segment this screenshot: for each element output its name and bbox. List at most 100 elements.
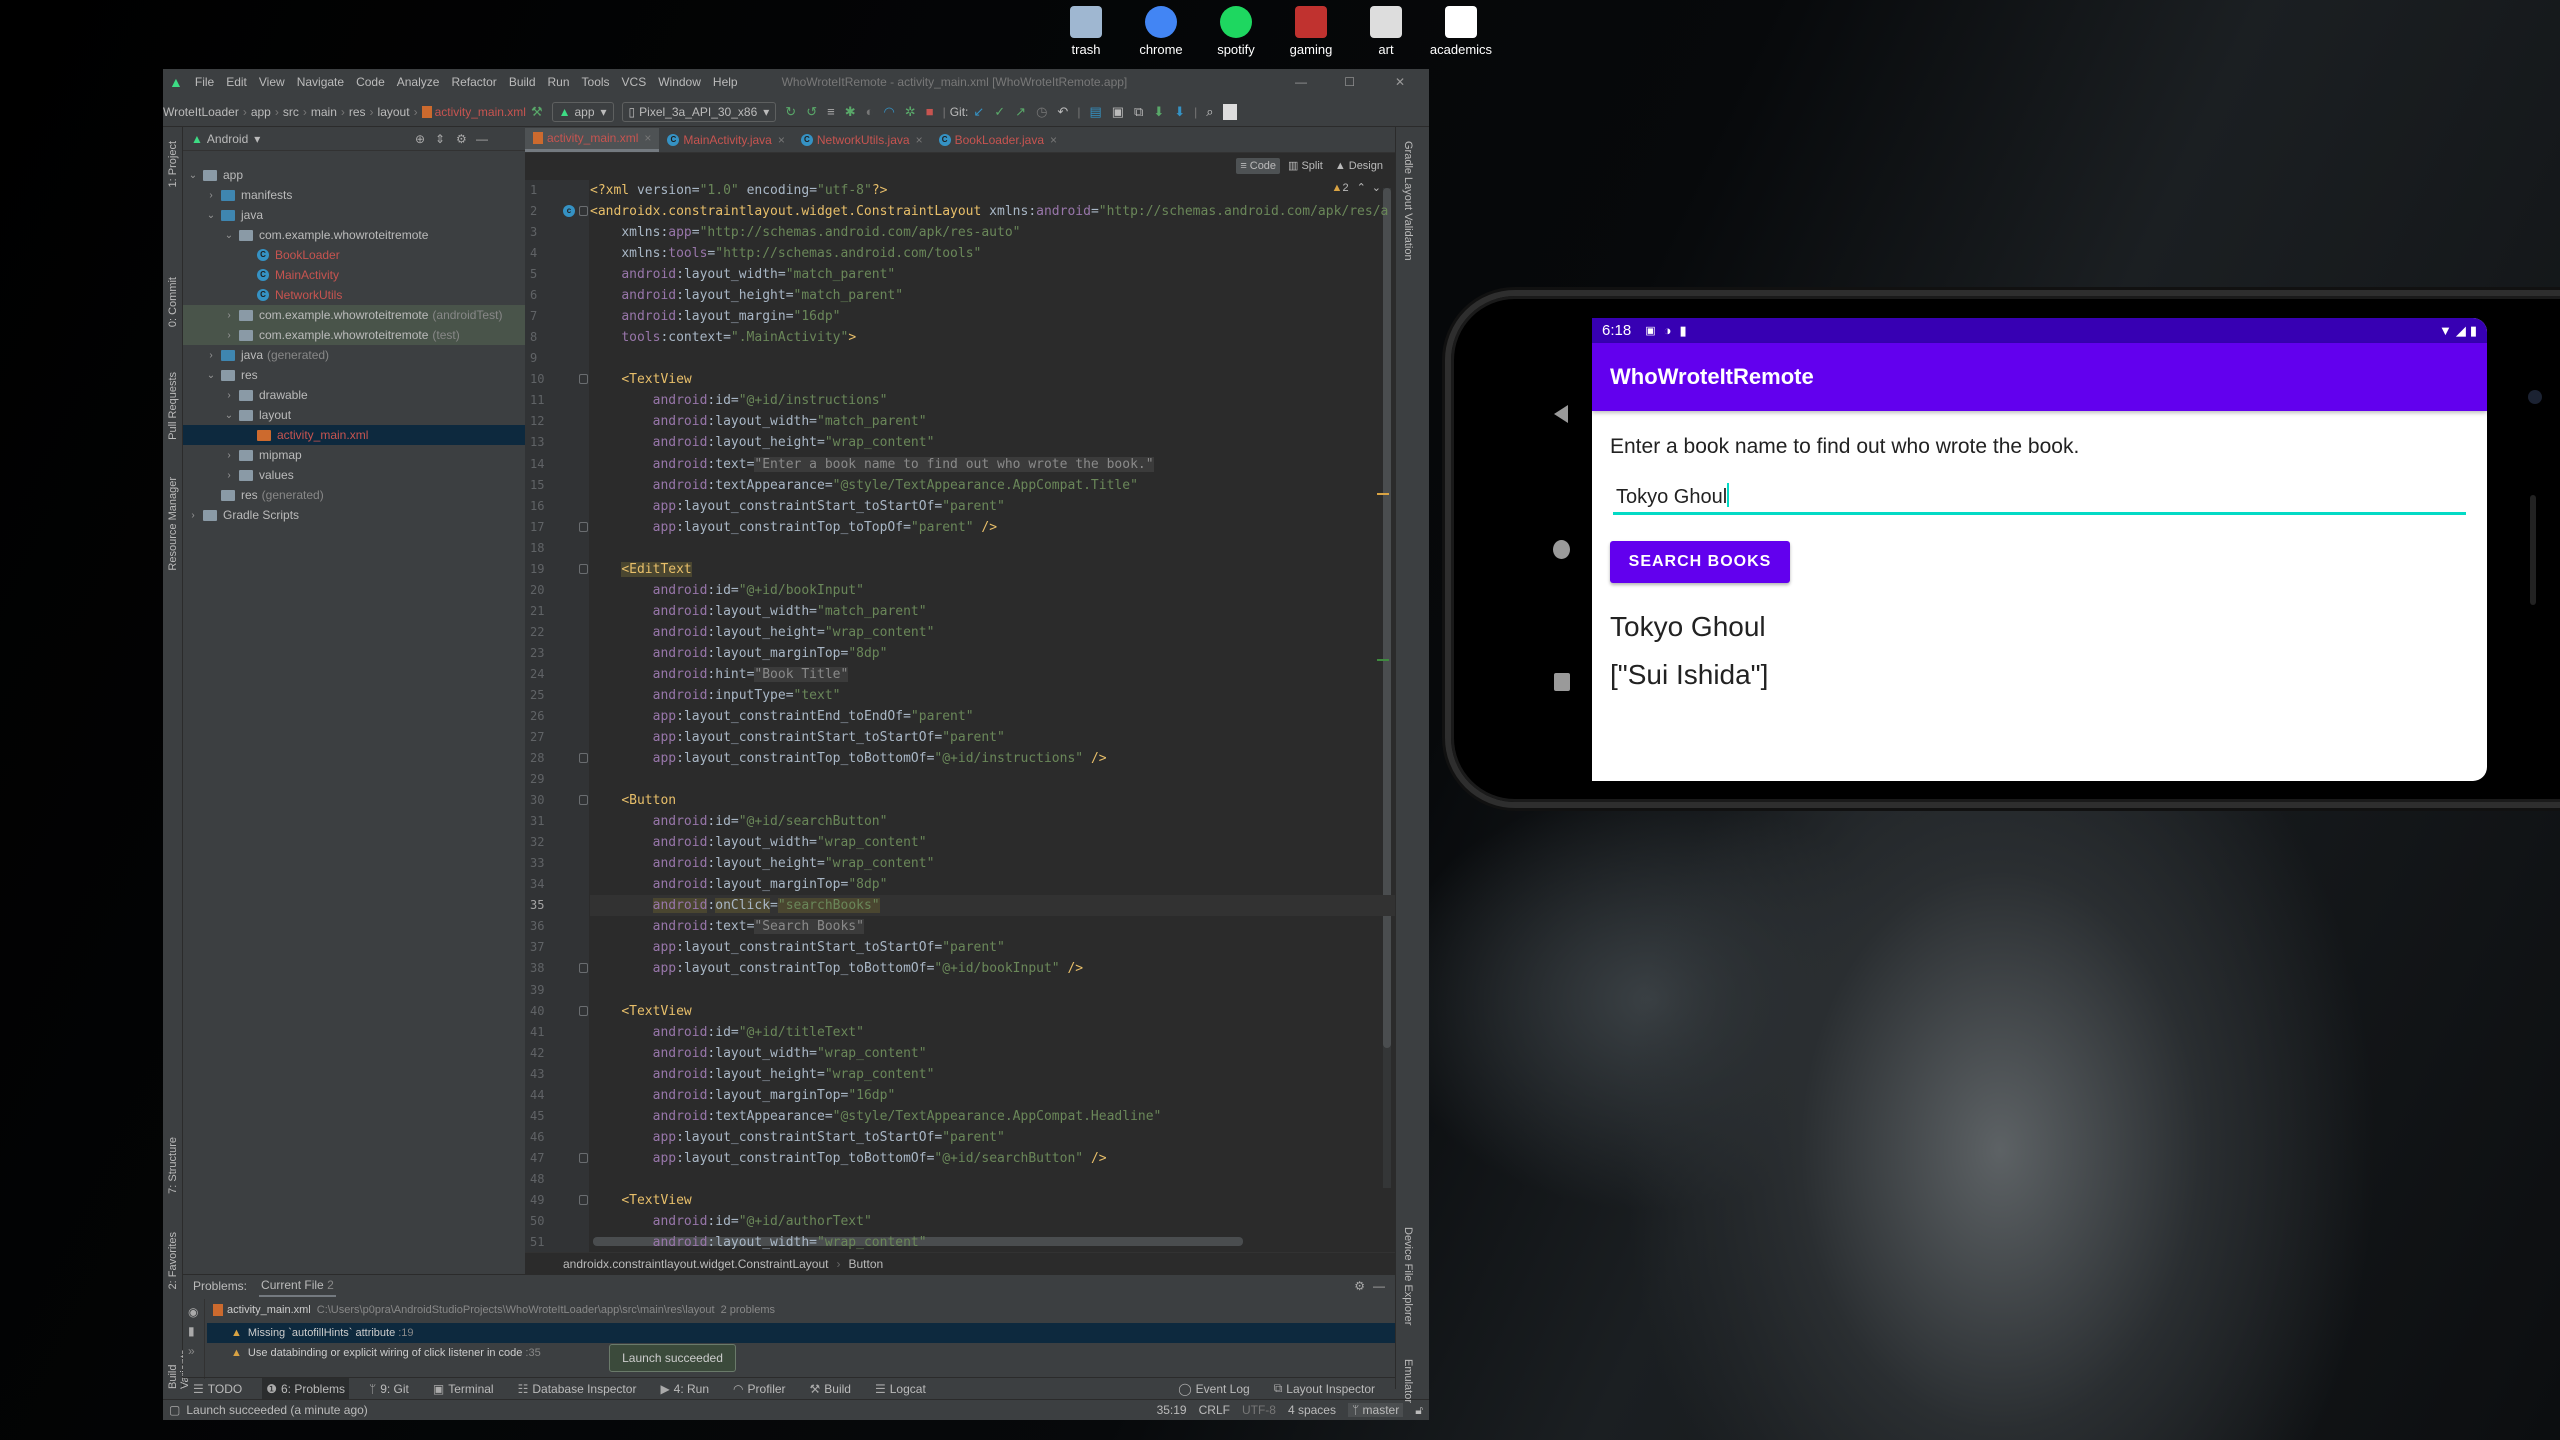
avd-manager-icon[interactable]: ⧉ — [1134, 104, 1143, 120]
code-line[interactable]: <EditText — [590, 559, 1395, 580]
chevron-right-icon[interactable]: › — [223, 390, 235, 401]
view-mode-code[interactable]: ≡ Code — [1236, 157, 1281, 174]
menu-build[interactable]: Build — [509, 75, 536, 89]
tree-item-layout[interactable]: ⌄ layout — [183, 405, 525, 425]
fold-marker-icon[interactable] — [579, 1194, 588, 1205]
code-line[interactable]: android:layout_marginTop="8dp" — [590, 643, 1395, 664]
chevron-right-icon[interactable]: › — [187, 510, 199, 521]
code-line[interactable]: android:layout_height="match_parent" — [590, 285, 1395, 306]
tree-item-java[interactable]: ⌄ java — [183, 205, 525, 225]
tool-tab-problems[interactable]: ❶ 6: Problems — [262, 1377, 350, 1400]
menu-file[interactable]: File — [195, 75, 214, 89]
chevron-down-icon[interactable]: ⌄ — [223, 410, 235, 421]
close-button[interactable]: ✕ — [1395, 75, 1405, 89]
tab-current-file[interactable]: Current File 2 — [259, 1275, 336, 1297]
code-line[interactable]: <TextView — [590, 369, 1395, 390]
debug-icon[interactable]: ✱ — [845, 104, 856, 120]
hide-panel-icon[interactable]: — — [476, 132, 488, 146]
tab-networkutils-java[interactable]: C NetworkUtils.java × — [793, 128, 931, 152]
git-push-icon[interactable]: ↗ — [1015, 104, 1026, 120]
code-line[interactable]: app:layout_constraintTop_toBottomOf="@+i… — [590, 1148, 1395, 1169]
tab-bookloader-java[interactable]: C BookLoader.java × — [931, 128, 1065, 152]
tab-activity-main-xml[interactable]: activity_main.xml × — [525, 127, 660, 152]
project-structure-icon[interactable]: ▤ — [1089, 104, 1101, 120]
code-line[interactable]: android:text="Search Books" — [590, 916, 1395, 937]
code-line[interactable]: android:text="Enter a book name to find … — [590, 454, 1395, 475]
code-line[interactable] — [590, 1169, 1395, 1190]
code-line[interactable]: android:id="@+id/searchButton" — [590, 811, 1395, 832]
tool-tab-event-log[interactable]: ◯ Event Log — [1174, 1378, 1253, 1400]
tool-tab-git[interactable]: ᛘ 9: Git — [365, 1378, 413, 1400]
more-icon[interactable]: » — [188, 1344, 204, 1358]
code-line[interactable]: android:hint="Book Title" — [590, 664, 1395, 685]
tree-item-activity-main-xml[interactable]: activity_main.xml — [183, 425, 525, 445]
tree-item-bookloader[interactable]: C BookLoader — [183, 245, 525, 265]
code-line[interactable]: android:layout_width="match_parent" — [590, 411, 1395, 432]
fold-marker-icon[interactable] — [579, 1152, 588, 1163]
desktop-icon-art[interactable]: art — [1346, 0, 1426, 57]
breadcrumb-item[interactable]: res — [349, 105, 366, 119]
code-line[interactable] — [590, 538, 1395, 559]
code-line[interactable]: app:layout_constraintEnd_toEndOf="parent… — [590, 706, 1395, 727]
code-line[interactable]: android:id="@+id/authorText" — [590, 1211, 1395, 1232]
make-project-hammer-icon[interactable]: ⚒ — [531, 104, 543, 120]
file-encoding[interactable]: UTF-8 — [1242, 1403, 1276, 1417]
tree-item-networkutils[interactable]: C NetworkUtils — [183, 285, 525, 305]
attach-debugger-icon[interactable]: ◐ — [866, 104, 874, 119]
tool-window--structure[interactable]: 7: Structure — [167, 1137, 179, 1194]
layout-inspector-icon[interactable]: ⬇ — [1174, 104, 1185, 120]
minimize-button[interactable]: — — [1295, 75, 1307, 89]
tool-tab-layout-inspector[interactable]: ⧉ Layout Inspector — [1270, 1378, 1379, 1400]
fold-marker-icon[interactable] — [579, 563, 588, 574]
git-commit-icon[interactable]: ✓ — [994, 104, 1005, 120]
tree-item-app[interactable]: ⌄ app — [183, 165, 525, 185]
code-line[interactable]: <?xml version="1.0" encoding="utf-8"?> — [590, 180, 1395, 201]
tool-window-device-file-explorer[interactable]: Device File Explorer — [1402, 1227, 1414, 1325]
maximize-button[interactable]: ☐ — [1344, 75, 1355, 89]
tool-window-resource-manager[interactable]: Resource Manager — [167, 477, 179, 571]
chevron-right-icon[interactable]: › — [205, 190, 217, 201]
desktop-icon-chrome[interactable]: chrome — [1121, 0, 1201, 57]
chevron-down-icon[interactable]: ⌄ — [205, 370, 217, 381]
tree-item-java[interactable]: › java (generated) — [183, 345, 525, 365]
device-dropdown[interactable]: ▯ Pixel_3a_API_30_x86 ▾ — [621, 101, 777, 122]
tree-item-res[interactable]: ⌄ res — [183, 365, 525, 385]
chevron-down-icon[interactable]: ▾ — [254, 132, 260, 146]
code-line[interactable]: android:layout_height="wrap_content" — [590, 622, 1395, 643]
class-reference-gutter-icon[interactable]: c — [563, 205, 575, 218]
code-line[interactable]: <androidx.constraintlayout.widget.Constr… — [590, 201, 1395, 222]
code-line[interactable] — [590, 769, 1395, 790]
tool-window-layout-validation[interactable]: Layout Validation — [1402, 177, 1414, 261]
tree-item-gradle-scripts[interactable]: › Gradle Scripts — [183, 505, 525, 525]
tool-window--project[interactable]: 1: Project — [167, 141, 179, 187]
fold-marker-icon[interactable] — [579, 206, 588, 217]
apply-code-changes-icon[interactable]: ↺ — [806, 104, 817, 120]
tool-tab-todo[interactable]: ☰ TODO — [189, 1378, 246, 1400]
tool-tab-build[interactable]: ⚒ Build — [806, 1378, 855, 1400]
code-line[interactable]: app:layout_constraintStart_toStartOf="pa… — [590, 1127, 1395, 1148]
breadcrumb-item[interactable]: src — [283, 105, 299, 119]
line-separator[interactable]: CRLF — [1199, 1403, 1230, 1417]
tool-window-gradle[interactable]: Gradle — [1402, 141, 1414, 174]
menu-edit[interactable]: Edit — [226, 75, 247, 89]
code-line[interactable]: xmlns:app="http://schemas.android.com/ap… — [590, 222, 1395, 243]
sync-gradle-icon[interactable]: ▣ — [1112, 104, 1124, 120]
tree-item-com-example-whowroteitremote[interactable]: ⌄ com.example.whowroteitremote — [183, 225, 525, 245]
chevron-down-icon[interactable]: ⌄ — [205, 210, 217, 221]
problem-file-row[interactable]: activity_main.xml C:\Users\p0pra\Android… — [213, 1301, 775, 1319]
fold-marker-icon[interactable] — [579, 753, 588, 764]
search-icon[interactable]: ⌕ — [1206, 104, 1213, 120]
nav-home-icon[interactable] — [1553, 540, 1570, 559]
code-line[interactable]: android:inputType="text" — [590, 685, 1395, 706]
breadcrumb-item[interactable]: activity_main.xml — [435, 105, 526, 119]
chevron-right-icon[interactable]: › — [223, 310, 235, 321]
fold-marker-icon[interactable] — [579, 1005, 588, 1016]
status-message[interactable]: Launch succeeded (a minute ago) — [186, 1403, 367, 1417]
apply-changes-restart-icon[interactable]: ↻ — [785, 104, 796, 120]
view-mode-split[interactable]: ▥ Split — [1284, 157, 1327, 174]
code-line[interactable]: android:layout_width="wrap_content" — [590, 832, 1395, 853]
code-line[interactable]: android:layout_width="match_parent" — [590, 264, 1395, 285]
project-view-dropdown[interactable]: Android — [207, 132, 248, 146]
code-line[interactable]: <TextView — [590, 1001, 1395, 1022]
code-line[interactable]: <TextView — [590, 1190, 1395, 1211]
